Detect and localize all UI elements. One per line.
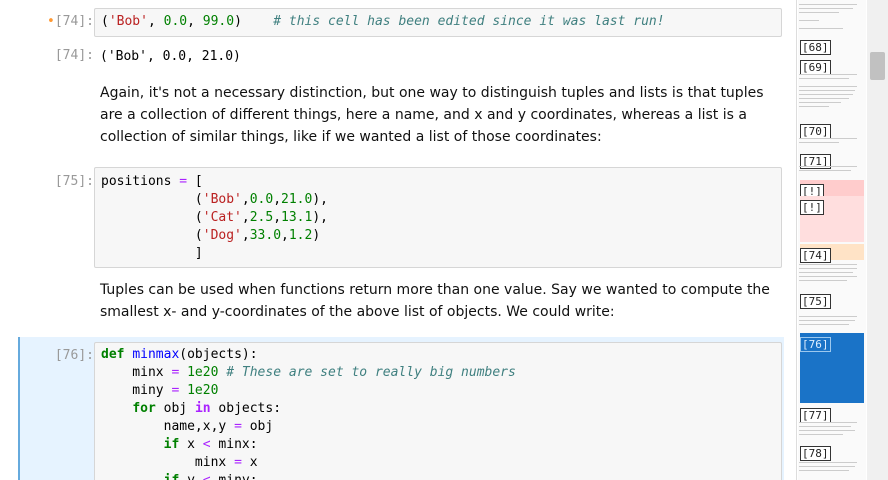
minimap-cell[interactable]: [70] <box>800 120 864 139</box>
minimap-panel[interactable]: [68] [69] [70] [71] [!] [!] [74] [75] [7… <box>798 0 866 480</box>
output-text: ('Bob', 0.0, 21.0) <box>100 49 241 64</box>
code-input[interactable]: positions = [ ('Bob',0.0,21.0), ('Cat',2… <box>94 167 782 268</box>
code-cell-76[interactable]: [76]: def minmax(objects): minx = 1e20 #… <box>18 337 784 480</box>
minimap-cell[interactable]: [68] <box>800 36 864 55</box>
minimap-error-cell[interactable]: [!] <box>800 180 864 199</box>
code-input[interactable]: def minmax(objects): minx = 1e20 # These… <box>94 342 782 480</box>
cell-prompt: [75]: <box>54 174 94 189</box>
code-input[interactable]: ('Bob', 0.0, 99.0) # this cell has been … <box>94 8 782 37</box>
minimap-cell[interactable]: [69] <box>800 56 864 75</box>
markdown-text: Tuples can be used when functions return… <box>100 282 770 320</box>
code-text: def minmax(objects): minx = 1e20 # These… <box>101 347 516 480</box>
cell-prompt: •[74]: <box>47 14 94 29</box>
output-prompt: [74]: <box>54 48 94 63</box>
minimap-active-cell[interactable]: [76] <box>800 333 864 403</box>
divider <box>796 0 797 480</box>
cell-prompt: [76]: <box>54 348 94 363</box>
output-cell-74: [74]: ('Bob', 0.0, 21.0) <box>18 46 784 68</box>
notebook-main: •[74]: ('Bob', 0.0, 99.0) # this cell ha… <box>0 0 796 480</box>
minimap-cell[interactable]: [75] <box>800 290 864 309</box>
minimap-error-cell[interactable]: [!] <box>800 196 864 242</box>
code-cell-75[interactable]: [75]: positions = [ ('Bob',0.0,21.0), ('… <box>18 167 784 269</box>
scrollbar-thumb[interactable] <box>870 52 885 80</box>
code-text: positions = [ ('Bob',0.0,21.0), ('Cat',2… <box>101 174 328 261</box>
markdown-cell[interactable]: Again, it's not a necessary distinction,… <box>18 82 784 152</box>
minimap-cell[interactable]: [78] <box>800 442 864 461</box>
markdown-cell[interactable]: Tuples can be used when functions return… <box>18 279 784 325</box>
minimap-cell[interactable]: [74] <box>800 244 864 263</box>
code-cell-74[interactable]: •[74]: ('Bob', 0.0, 99.0) # this cell ha… <box>18 8 784 38</box>
edited-marker: • <box>47 14 55 29</box>
minimap-cell[interactable]: [77] <box>800 404 864 423</box>
markdown-text: Again, it's not a necessary distinction,… <box>100 85 764 145</box>
vertical-scrollbar[interactable] <box>867 0 888 480</box>
code-text: ('Bob', 0.0, 99.0) # this cell has been … <box>101 14 665 29</box>
